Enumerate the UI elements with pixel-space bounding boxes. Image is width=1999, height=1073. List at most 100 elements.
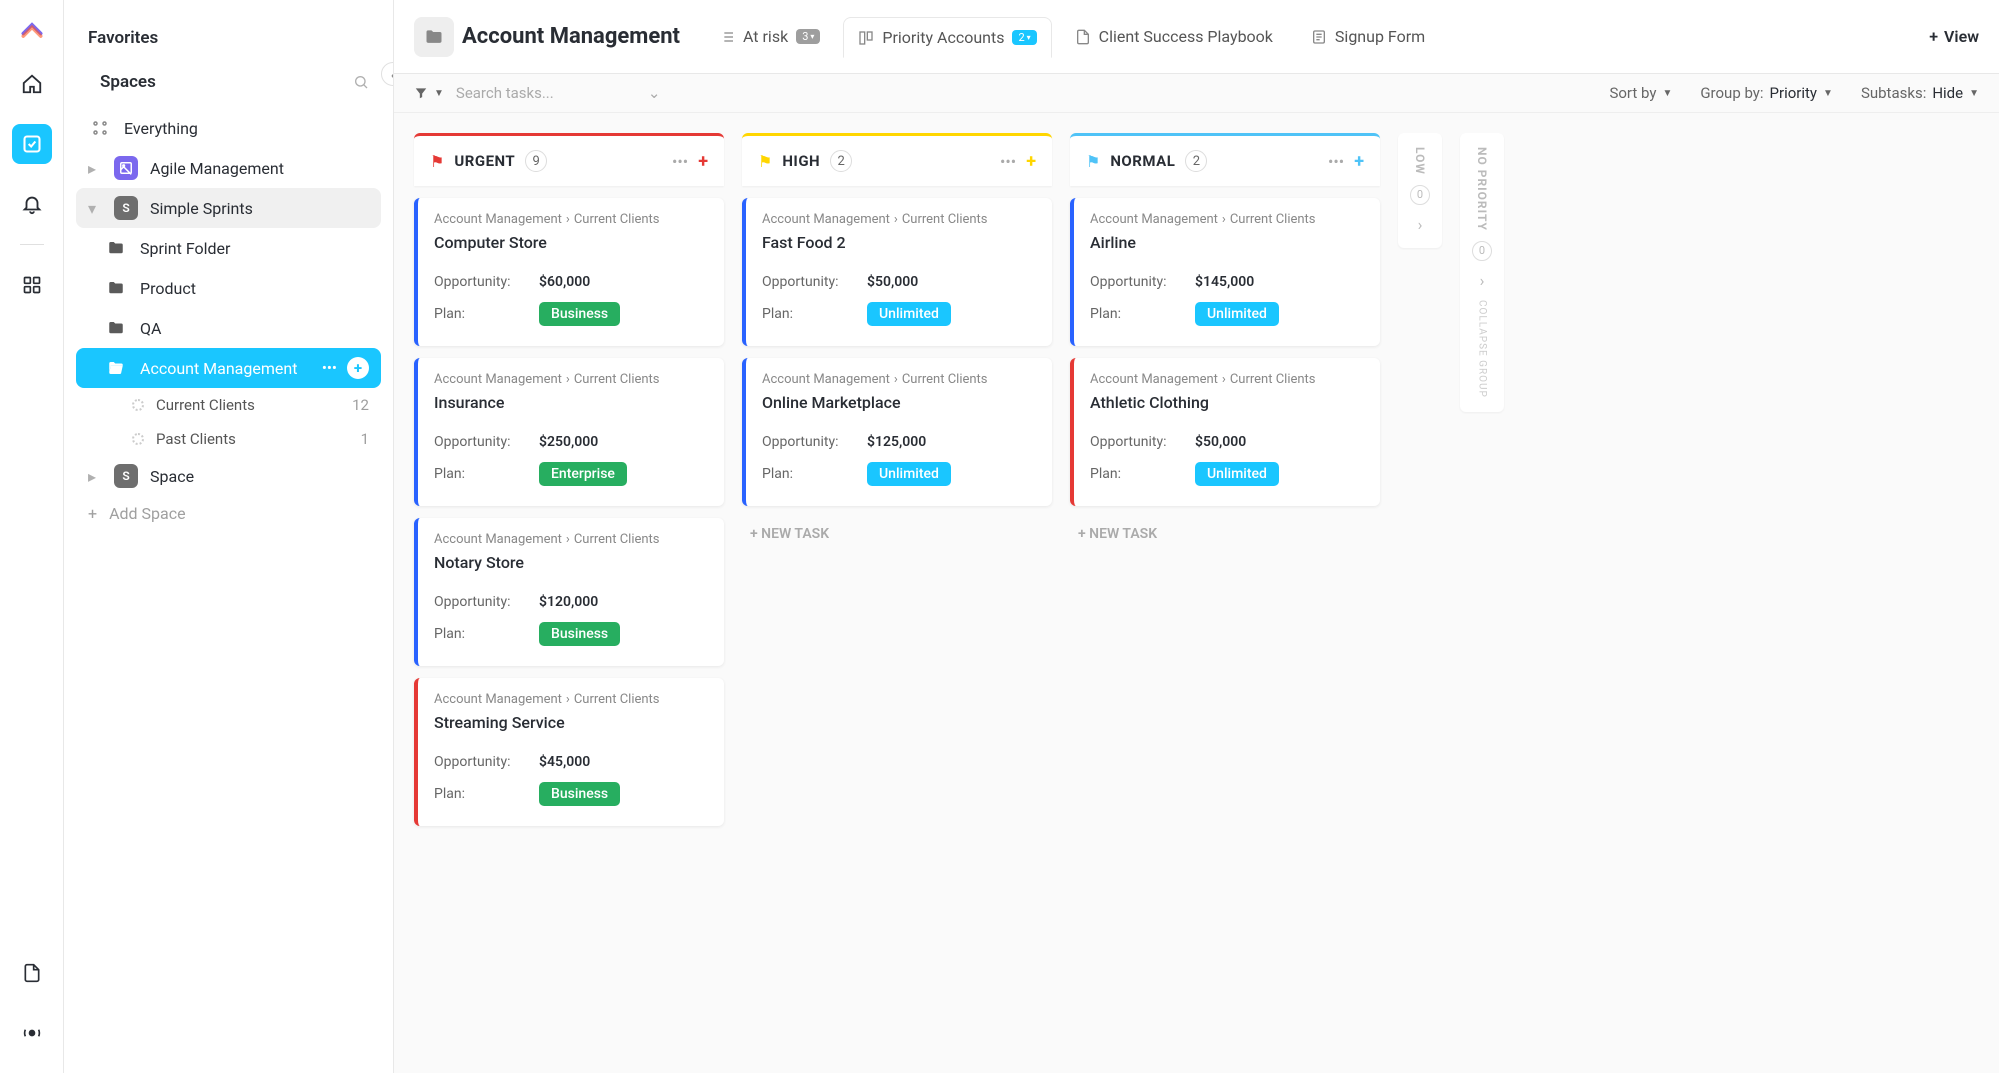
subtasks-dropdown[interactable]: Subtasks: Hide ▼ (1861, 84, 1979, 102)
tab-label: Client Success Playbook (1099, 27, 1273, 46)
flag-icon: ⚑ (1086, 152, 1100, 171)
opportunity-label: Opportunity: (434, 434, 539, 450)
docs-icon[interactable] (12, 953, 52, 993)
nav-rail (0, 0, 64, 1073)
sort-dropdown[interactable]: Sort by▼ (1609, 84, 1672, 102)
sidebar-current-clients[interactable]: Current Clients 12 (120, 388, 381, 422)
task-card[interactable]: Account Management›Current ClientsNotary… (414, 518, 724, 666)
add-task-icon[interactable]: + (1026, 151, 1036, 172)
column-header[interactable]: ⚑ URGENT 9 ••• + (414, 133, 724, 186)
breadcrumb: Account Management›Current Clients (1090, 212, 1364, 227)
spaces-heading[interactable]: Spaces (88, 64, 168, 100)
more-icon[interactable]: ••• (322, 359, 337, 377)
sidebar-account-management[interactable]: Account Management ••• + (76, 348, 381, 388)
board: ⚑ URGENT 9 ••• + Account Management›Curr… (394, 113, 1999, 1073)
sidebar-folder-qa[interactable]: QA (76, 308, 381, 348)
folder-icon[interactable] (414, 17, 454, 57)
sidebar-item-label: Past Clients (156, 430, 236, 448)
opportunity-value: $45,000 (539, 754, 590, 770)
column-title: HIGH (782, 152, 820, 170)
column-count: 0 (1410, 185, 1430, 205)
app-logo[interactable] (18, 16, 46, 44)
column-low-collapsed[interactable]: LOW 0 › (1398, 133, 1442, 248)
chevron-down-icon: ▾ (88, 199, 102, 218)
flag-icon: ⚑ (430, 152, 444, 171)
sidebar-space[interactable]: ▸ S Space (76, 456, 381, 496)
column-header[interactable]: ⚑ HIGH 2 ••• + (742, 133, 1052, 186)
tab-label: Priority Accounts (882, 28, 1004, 47)
tab-at-risk[interactable]: At risk 3▾ (704, 16, 835, 57)
groupby-dropdown[interactable]: Group by: Priority ▼ (1700, 84, 1833, 102)
filter-button[interactable]: ▼ (414, 86, 444, 100)
plan-label: Plan: (434, 306, 539, 322)
sidebar-past-clients[interactable]: Past Clients 1 (120, 422, 381, 456)
tab-signup-form[interactable]: Signup Form (1296, 16, 1440, 57)
page-title: Account Management (462, 24, 680, 49)
sidebar-item-label: Account Management (140, 359, 297, 378)
notifications-icon[interactable] (12, 184, 52, 224)
breadcrumb: Account Management›Current Clients (762, 372, 1036, 387)
add-space-button[interactable]: + Add Space (76, 496, 381, 531)
apps-icon[interactable] (12, 265, 52, 305)
board-icon (858, 30, 874, 46)
task-card[interactable]: Account Management›Current ClientsOnline… (742, 358, 1052, 506)
home-icon[interactable] (12, 64, 52, 104)
opportunity-value: $145,000 (1195, 274, 1254, 290)
opportunity-label: Opportunity: (434, 754, 539, 770)
sidebar-item-label: Space (150, 467, 194, 486)
more-icon[interactable]: ••• (1328, 152, 1344, 171)
tab-badge: 3▾ (796, 29, 820, 44)
column-nopriority-collapsed[interactable]: NO PRIORITY 0 › COLLAPSE GROUP (1460, 133, 1504, 412)
tab-priority-accounts[interactable]: Priority Accounts 2▾ (843, 17, 1051, 58)
plan-badge: Unlimited (867, 302, 951, 326)
chevron-right-icon: › (1480, 271, 1485, 290)
plan-label: Plan: (434, 626, 539, 642)
record-icon[interactable] (12, 1013, 52, 1053)
more-icon[interactable]: ••• (1000, 152, 1016, 171)
task-card[interactable]: Account Management›Current ClientsAthlet… (1070, 358, 1380, 506)
count-badge: 12 (352, 396, 369, 414)
search-icon[interactable] (353, 74, 369, 90)
more-icon[interactable]: ••• (672, 152, 688, 171)
opportunity-value: $50,000 (867, 274, 918, 290)
column-header[interactable]: ⚑ NORMAL 2 ••• + (1070, 133, 1380, 186)
plan-label: Plan: (1090, 466, 1195, 482)
task-card[interactable]: Account Management›Current ClientsStream… (414, 678, 724, 826)
new-task-button[interactable]: + NEW TASK (1070, 518, 1380, 550)
sidebar-everything[interactable]: Everything (76, 108, 381, 148)
doc-icon (1075, 29, 1091, 45)
new-task-button[interactable]: + NEW TASK (742, 518, 1052, 550)
favorites-heading[interactable]: Favorites (76, 20, 381, 56)
task-card[interactable]: Account Management›Current ClientsInsura… (414, 358, 724, 506)
opportunity-label: Opportunity: (434, 594, 539, 610)
sidebar-item-label: QA (140, 319, 161, 338)
add-icon[interactable]: + (347, 357, 369, 379)
filter-bar: ▼ Search tasks... ⌄ Sort by▼ Group by: P… (394, 74, 1999, 113)
column-count: 0 (1472, 241, 1492, 261)
column-title: NO PRIORITY (1475, 147, 1489, 231)
sidebar-agile[interactable]: ▸ Agile Management (76, 148, 381, 188)
task-card[interactable]: Account Management›Current ClientsFast F… (742, 198, 1052, 346)
task-card[interactable]: Account Management›Current ClientsComput… (414, 198, 724, 346)
add-view-button[interactable]: + View (1929, 27, 1979, 46)
space-initial-icon: S (114, 464, 138, 488)
plan-label: Plan: (434, 786, 539, 802)
sidebar-simple-sprints[interactable]: ▾ S Simple Sprints (76, 188, 381, 228)
chevron-down-icon[interactable]: ⌄ (648, 84, 661, 102)
add-task-icon[interactable]: + (698, 151, 708, 172)
column-count: 2 (830, 150, 852, 172)
collapse-sidebar-button[interactable]: ‹ (381, 62, 394, 86)
tab-client-success[interactable]: Client Success Playbook (1060, 16, 1288, 57)
search-input[interactable]: Search tasks... (456, 84, 636, 102)
task-title: Computer Store (434, 233, 708, 252)
task-card[interactable]: Account Management›Current ClientsAirlin… (1070, 198, 1380, 346)
rail-divider (20, 244, 44, 245)
folder-icon (104, 276, 128, 300)
opportunity-value: $120,000 (539, 594, 598, 610)
flag-icon: ⚑ (758, 152, 772, 171)
sidebar-folder-sprint[interactable]: Sprint Folder (76, 228, 381, 268)
sidebar-folder-product[interactable]: Product (76, 268, 381, 308)
column-count: 2 (1185, 150, 1207, 172)
tasks-icon[interactable] (12, 124, 52, 164)
add-task-icon[interactable]: + (1354, 151, 1364, 172)
